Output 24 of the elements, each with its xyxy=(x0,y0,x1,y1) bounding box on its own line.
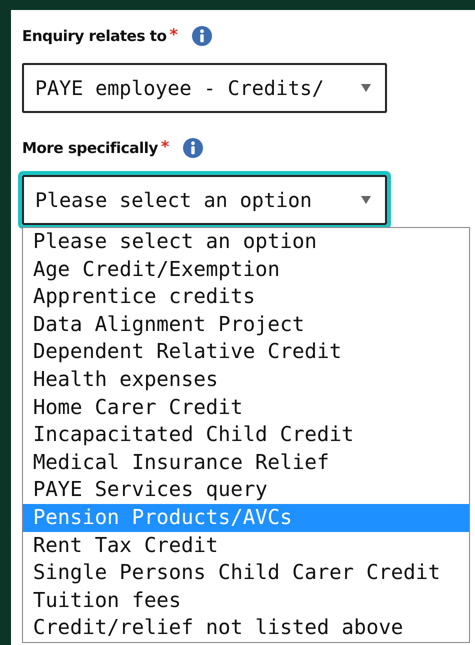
info-icon[interactable] xyxy=(192,26,212,46)
dropdown-option[interactable]: Home Carer Credit xyxy=(23,394,469,422)
caret-icon xyxy=(361,196,371,204)
dropdown-option[interactable]: Apprentice credits xyxy=(23,283,469,311)
info-icon[interactable] xyxy=(183,138,204,158)
dropdown-option[interactable]: Medical Insurance Relief xyxy=(23,448,469,476)
select-field[interactable]: Please select an option xyxy=(22,175,387,225)
dropdown-option[interactable]: Single Persons Child Carer Credit xyxy=(23,559,469,587)
select-field[interactable]: PAYE employee - Credits/ xyxy=(22,63,387,113)
dropdown-option[interactable]: Data Alignment Project xyxy=(23,310,469,338)
dropdown-option[interactable]: Credit/relief not listed above xyxy=(23,614,469,642)
required-mark: * xyxy=(170,25,178,44)
field-label: More specifically xyxy=(22,139,158,157)
dropdown-option[interactable]: Age Credit/Exemption xyxy=(23,256,469,284)
dropdown-option[interactable]: Dependent Relative Credit xyxy=(23,338,469,366)
field-label: Enquiry relates to xyxy=(22,27,166,45)
dropdown-option[interactable]: Rent Tax Credit xyxy=(23,532,469,560)
dropdown-option[interactable]: PAYE Services query xyxy=(23,476,469,504)
dropdown-option[interactable]: Please select an option xyxy=(23,228,469,256)
dropdown-option[interactable]: Incapacitated Child Credit xyxy=(23,421,469,449)
required-mark: * xyxy=(160,137,170,156)
caret-icon xyxy=(361,84,371,92)
dropdown-option[interactable]: Health expenses xyxy=(23,366,469,394)
dropdown-option[interactable]: Tuition fees xyxy=(23,586,469,614)
